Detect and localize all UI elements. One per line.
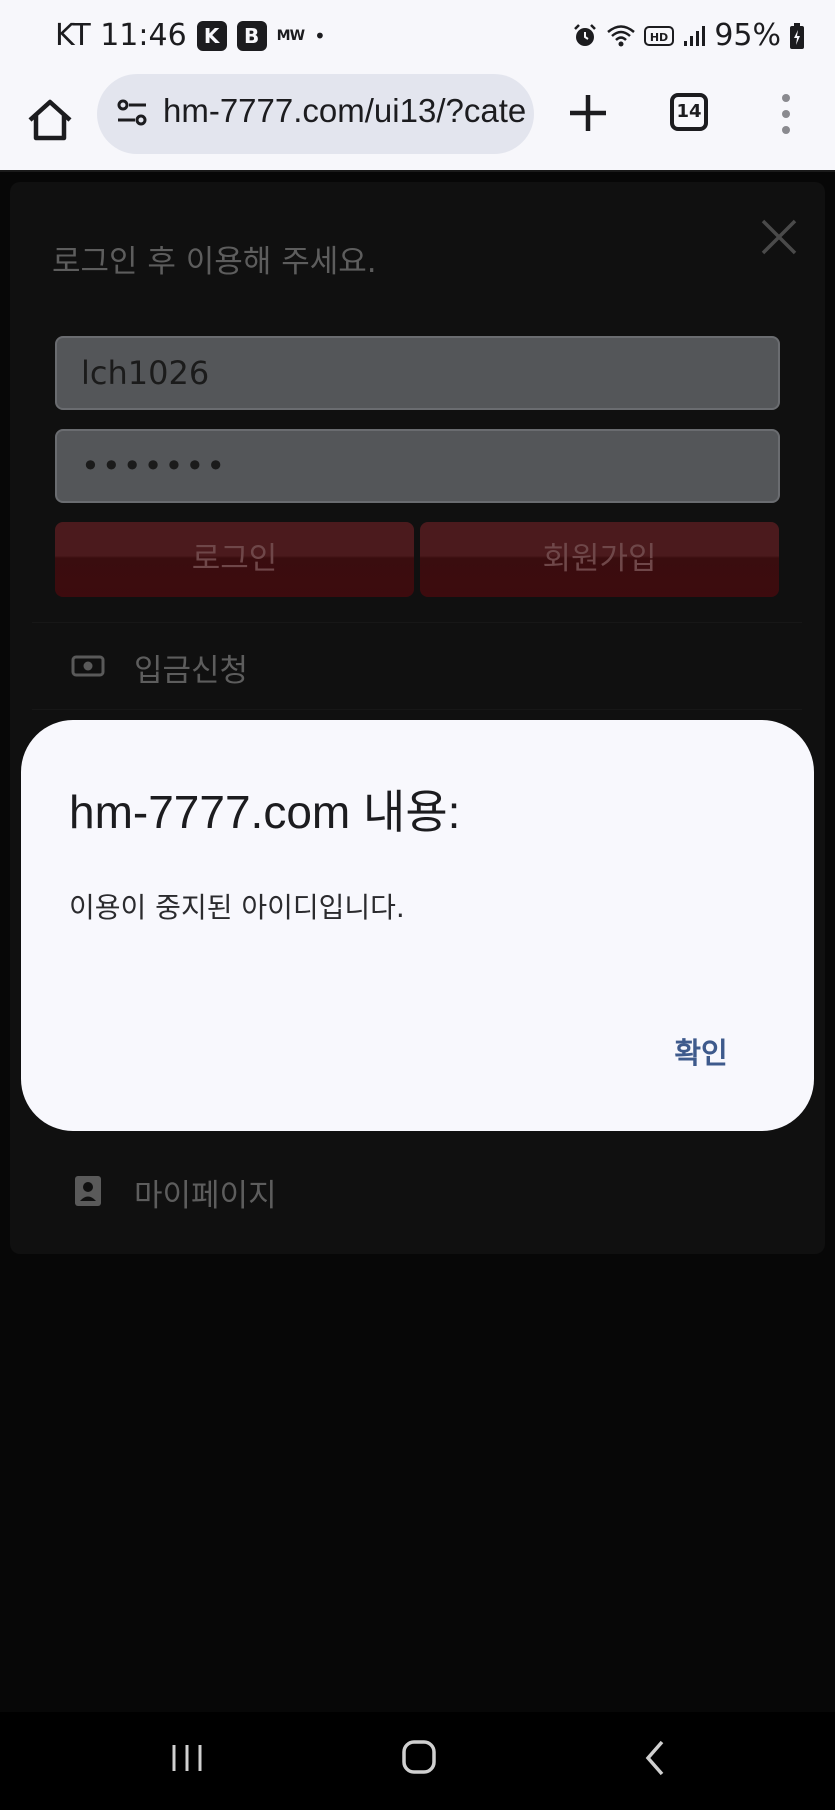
url-text[interactable]: hm-7777.com/ui13/?cate (163, 92, 526, 130)
alarm-icon (574, 23, 597, 46)
dialog-title: hm-7777.com 내용: (69, 786, 461, 838)
status-left: KT 11:46 K B MW • (55, 18, 326, 53)
browser-toolbar: hm-7777.com/ui13/?cate 14 (0, 72, 835, 172)
status-right: HD 95% (572, 18, 805, 53)
home-nav-icon[interactable] (400, 1738, 438, 1776)
tab-switcher-button[interactable]: 14 (670, 93, 708, 131)
hd-voice-icon: HD (644, 25, 675, 46)
alert-dialog: hm-7777.com 내용: 이용이 중지된 아이디입니다. 확인 (21, 720, 814, 1131)
battery-charging-icon (790, 22, 804, 49)
svg-text:HD: HD (650, 31, 668, 44)
home-icon[interactable] (22, 92, 78, 148)
back-icon[interactable] (640, 1738, 670, 1778)
mw-notification-icon: MW (276, 27, 305, 44)
new-tab-plus-icon[interactable] (565, 90, 611, 136)
carrier-time: KT 11:46 (55, 18, 187, 53)
wifi-icon (607, 24, 636, 46)
system-navigation-bar (0, 1712, 835, 1810)
dialog-ok-button[interactable]: 확인 (651, 1028, 751, 1078)
address-bar[interactable]: hm-7777.com/ui13/?cate (97, 74, 534, 154)
more-menu-icon[interactable] (776, 92, 796, 136)
dialog-message: 이용이 중지된 아이디입니다. (69, 891, 405, 924)
app-notification-icon: K (196, 20, 227, 51)
more-notifications-dot-icon: • (314, 23, 326, 48)
status-bar: KT 11:46 K B MW • HD 95% (0, 0, 835, 72)
app-b-notification-icon: B (236, 20, 267, 51)
recent-apps-icon[interactable] (170, 1742, 204, 1774)
battery-percent: 95% (714, 18, 781, 53)
signal-icon (684, 25, 706, 46)
site-settings-icon[interactable] (115, 96, 149, 130)
